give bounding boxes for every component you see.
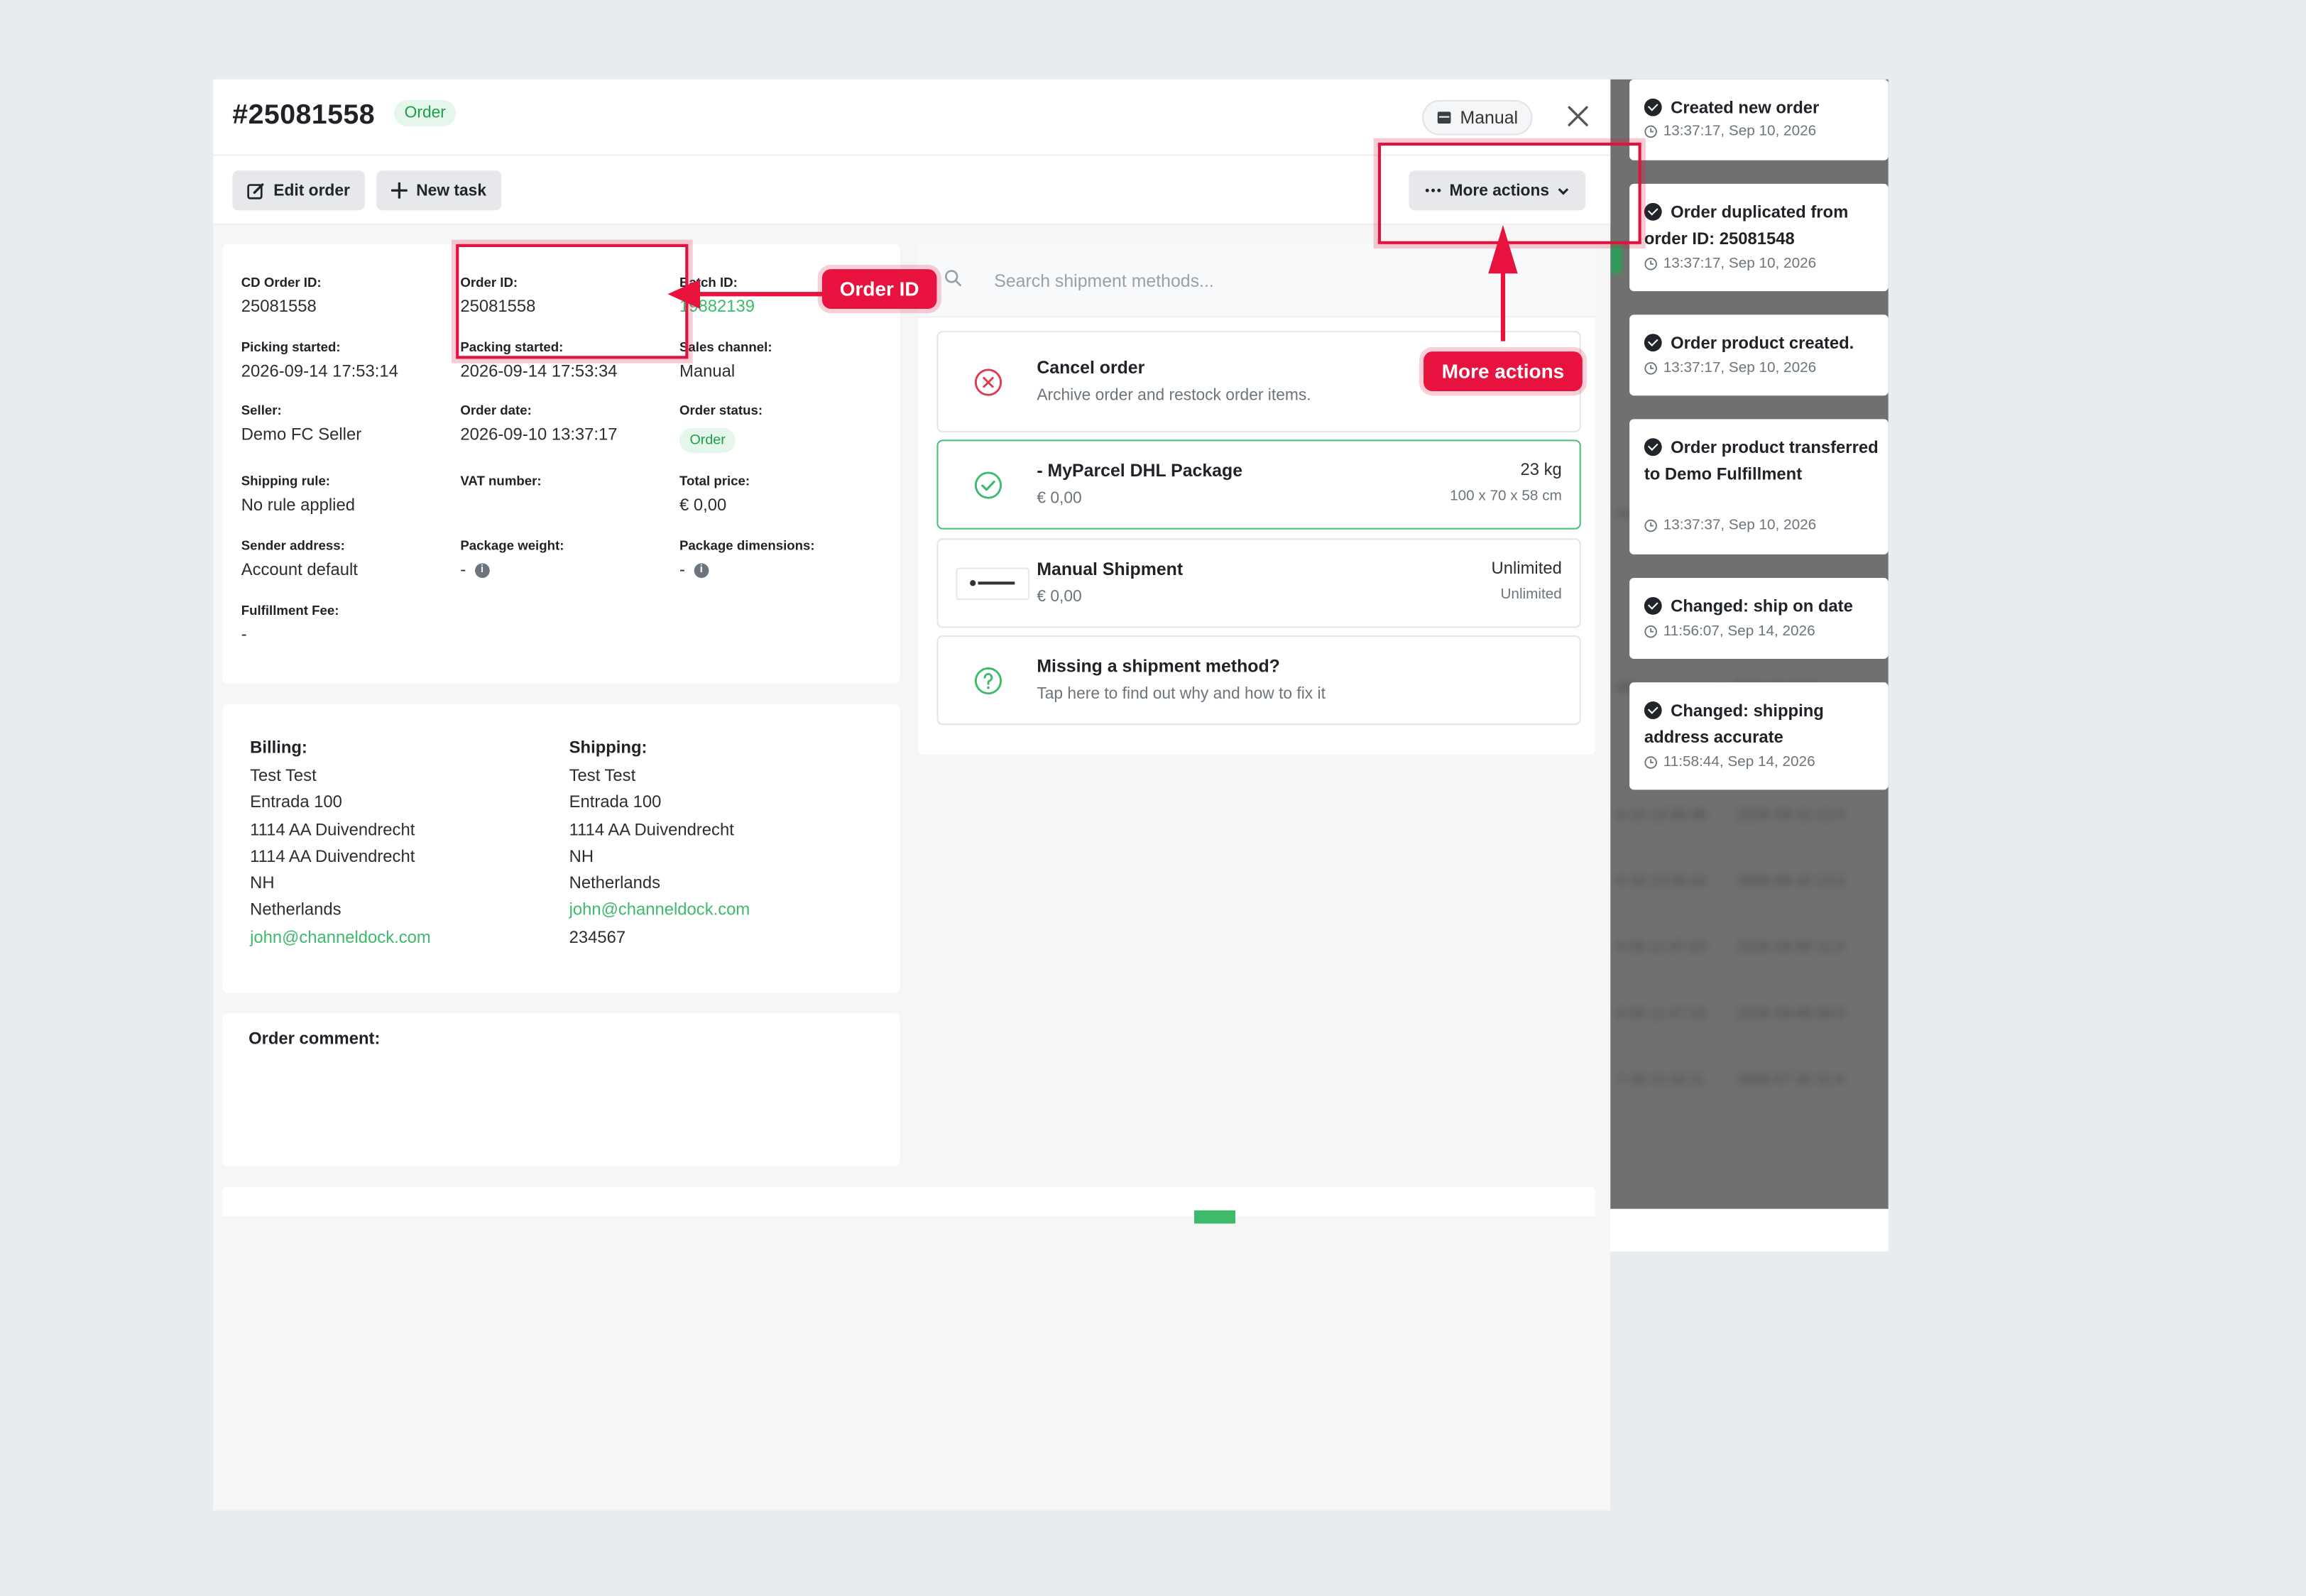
channel-chip-label: Manual xyxy=(1460,107,1519,129)
address-panel: Billing: Test Test Entrada 100 1114 AA D… xyxy=(222,704,900,993)
check-icon xyxy=(1644,334,1662,352)
search-input[interactable]: Search shipment methods... xyxy=(994,270,1214,291)
search-icon xyxy=(944,270,961,287)
clock-icon xyxy=(1644,625,1657,638)
store-icon xyxy=(1437,111,1451,124)
field-vat-number: VAT number: xyxy=(460,473,542,488)
question-circle-icon xyxy=(974,666,1002,694)
shipment-method-title: Manual Shipment xyxy=(1037,559,1184,580)
timeline-time: 13:37:37, Sep 10, 2026 xyxy=(1663,518,1817,534)
plus-icon xyxy=(390,182,408,199)
timeline-card: Changed: shipping address accurate 11:58… xyxy=(1629,682,1889,790)
edit-icon xyxy=(247,182,264,199)
shipment-method-subtitle: Archive order and restock order items. xyxy=(1037,386,1311,405)
new-task-button[interactable]: New task xyxy=(376,170,501,211)
check-icon xyxy=(1644,438,1662,457)
order-comment-panel[interactable]: Order comment: xyxy=(222,1013,900,1166)
check-icon xyxy=(1644,202,1662,221)
channel-chip[interactable]: Manual xyxy=(1422,99,1533,136)
timeline-title: Order product created. xyxy=(1644,331,1883,357)
shipment-method-title: - MyParcel DHL Package xyxy=(1037,460,1243,481)
timeline-title: Changed: ship on date xyxy=(1644,594,1883,621)
clock-icon xyxy=(1644,125,1657,138)
close-icon xyxy=(1568,106,1588,126)
timeline-title: Changed: shipping address accurate xyxy=(1644,699,1883,752)
order-comment-label: Order comment: xyxy=(248,1031,381,1049)
billing-address: Billing: Test Test Entrada 100 1114 AA D… xyxy=(250,740,431,951)
timeline-card: Order duplicated from order ID: 25081548… xyxy=(1629,183,1889,292)
shipment-method-dimensions: 100 x 70 x 58 cm xyxy=(1450,488,1562,505)
shipping-address: Shipping: Test Test Entrada 100 1114 AA … xyxy=(569,740,750,951)
shipment-method-subtitle: Tap here to find out why and how to fix … xyxy=(1037,685,1326,704)
timeline-title: Order product transferred to Demo Fulfil… xyxy=(1644,435,1883,488)
x-circle-icon xyxy=(974,368,1002,395)
order-title: #25081558 xyxy=(232,99,376,131)
shipment-method-missing[interactable]: Missing a shipment method? Tap here to f… xyxy=(936,635,1581,726)
timeline-time: 13:37:17, Sep 10, 2026 xyxy=(1663,123,1817,140)
order-id-highlight xyxy=(456,244,689,359)
check-icon xyxy=(1644,596,1662,615)
timeline-card: Created new order 13:37:17, Sep 10, 2026 xyxy=(1629,79,1889,160)
billing-email-link[interactable]: john@channeldock.com xyxy=(250,924,431,951)
shipment-method-myparcel-dhl[interactable]: - MyParcel DHL Package € 0,00 23 kg 100 … xyxy=(936,439,1581,530)
order-id-arrow-icon xyxy=(667,279,824,309)
info-icon[interactable]: i xyxy=(474,563,490,578)
more-actions-callout: More actions xyxy=(1424,351,1583,391)
field-picking-started: Picking started: 2026-09-14 17:53:14 xyxy=(241,339,398,381)
field-package-dimensions: Package dimensions: -i xyxy=(679,538,815,580)
shipment-method-price: € 0,00 xyxy=(1037,489,1082,508)
order-status-badge: Order xyxy=(679,427,736,453)
clock-icon xyxy=(1644,756,1657,769)
check-icon xyxy=(1644,98,1662,116)
shipping-phone: 234567 xyxy=(569,929,626,947)
edit-order-button[interactable]: Edit order xyxy=(232,170,365,211)
timeline-time: 13:37:17, Sep 10, 2026 xyxy=(1663,256,1817,273)
channeldock-logo xyxy=(956,567,1029,600)
shipment-method-limit: Unlimited xyxy=(1491,560,1562,579)
shipment-method-limit-sub: Unlimited xyxy=(1500,586,1562,603)
clock-icon xyxy=(1644,519,1657,532)
field-seller: Seller: Demo FC Seller xyxy=(241,403,362,444)
field-sales-channel: Sales channel: Manual xyxy=(679,339,772,381)
shipping-email-link[interactable]: john@channeldock.com xyxy=(569,898,750,925)
shipping-title: Shipping: xyxy=(569,739,647,758)
timeline-card: Order product transferred to Demo Fulfil… xyxy=(1629,419,1889,554)
timeline-time: 11:56:07, Sep 14, 2026 xyxy=(1663,623,1815,640)
progress-indicator xyxy=(1193,1210,1235,1224)
timeline-card: Changed: ship on date 11:56:07, Sep 14, … xyxy=(1629,578,1889,659)
timeline-time: 11:58:44, Sep 14, 2026 xyxy=(1663,754,1815,771)
timeline-title: Created new order xyxy=(1644,96,1883,122)
shipment-method-manual[interactable]: Manual Shipment € 0,00 Unlimited Unlimit… xyxy=(936,538,1581,628)
field-cd-order-id: CD Order ID: 25081558 xyxy=(241,275,322,317)
shipment-method-weight: 23 kg xyxy=(1520,461,1562,480)
order-status-badge: Order xyxy=(394,99,457,127)
field-total-price: Total price: € 0,00 xyxy=(679,473,750,515)
bottom-panel xyxy=(222,1186,1596,1217)
field-package-weight: Package weight: -i xyxy=(460,538,564,580)
order-id-callout: Order ID xyxy=(821,269,937,309)
field-order-date: Order date: 2026-09-10 13:37:17 xyxy=(460,403,618,444)
billing-title: Billing: xyxy=(250,739,307,758)
timeline-card: Order product created. 13:37:17, Sep 10,… xyxy=(1629,315,1889,396)
check-circle-icon xyxy=(974,471,1002,498)
shipment-method-title: Cancel order xyxy=(1037,357,1145,378)
field-fulfillment-fee: Fulfillment Fee: - xyxy=(241,603,339,645)
field-sender-address: Sender address: Account default xyxy=(241,538,358,580)
clock-icon xyxy=(1644,258,1657,270)
clock-icon xyxy=(1644,362,1657,375)
timeline-title: Order duplicated from order ID: 25081548 xyxy=(1644,200,1883,253)
more-actions-arrow-icon xyxy=(1488,224,1518,341)
field-shipping-rule: Shipping rule: No rule applied xyxy=(241,473,355,515)
info-icon[interactable]: i xyxy=(694,563,709,578)
shipment-method-title: Missing a shipment method? xyxy=(1037,655,1280,677)
field-order-status: Order status: Order xyxy=(679,403,763,453)
shipment-method-price: € 0,00 xyxy=(1037,588,1082,606)
new-task-label: New task xyxy=(416,181,487,200)
edit-order-label: Edit order xyxy=(273,181,350,200)
timeline-time: 13:37:17, Sep 10, 2026 xyxy=(1663,360,1817,377)
check-icon xyxy=(1644,701,1662,719)
close-button[interactable] xyxy=(1563,102,1592,131)
